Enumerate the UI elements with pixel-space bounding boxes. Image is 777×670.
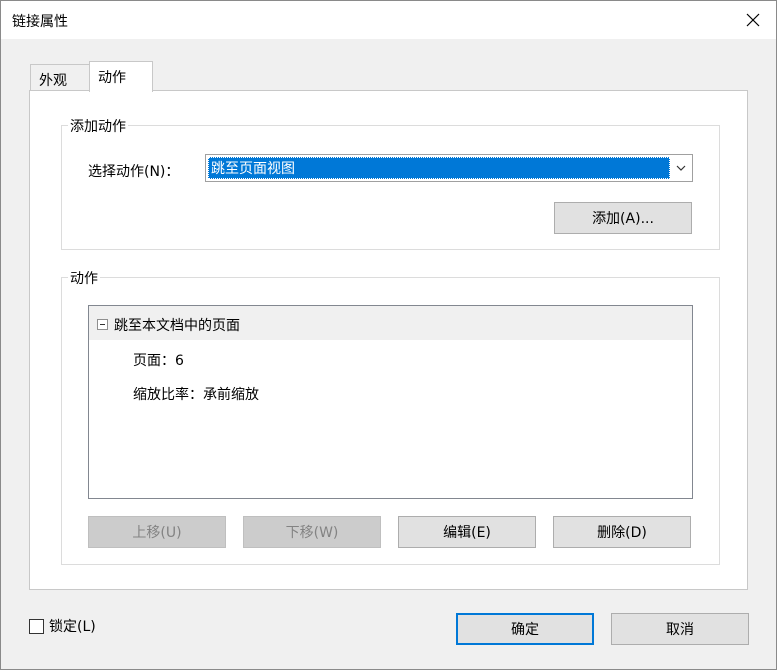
actions-tree[interactable]: 跳至本文档中的页面 页面：6 缩放比率：承前缩放 xyxy=(88,305,693,499)
tab-appearance[interactable]: 外观 xyxy=(30,64,90,92)
actions-group: 动作 跳至本文档中的页面 页面：6 缩放比率：承前缩放 上移(U) 下移(W) … xyxy=(61,268,720,565)
close-button[interactable] xyxy=(730,1,776,39)
cancel-button[interactable]: 取消 xyxy=(611,613,749,645)
action-tab-panel: 添加动作 选择动作(N)： 跳至页面视图 添加(A)... 动作 跳至本文档中的… xyxy=(29,90,748,590)
collapse-icon[interactable] xyxy=(97,319,108,330)
lock-checkbox[interactable]: 锁定(L) xyxy=(29,616,96,636)
move-up-button[interactable]: 上移(U) xyxy=(88,516,226,548)
tree-item-label: 跳至本文档中的页面 xyxy=(114,318,240,334)
dialog-title: 链接属性 xyxy=(12,14,68,30)
checkbox-icon[interactable] xyxy=(29,618,44,634)
delete-button[interactable]: 删除(D) xyxy=(553,516,691,548)
add-action-button[interactable]: 添加(A)... xyxy=(554,202,692,234)
actions-legend: 动作 xyxy=(68,268,100,288)
ok-button[interactable]: 确定 xyxy=(456,613,594,645)
selected-action-value: 跳至页面视图 xyxy=(208,157,670,179)
tree-detail-zoom: 缩放比率：承前缩放 xyxy=(133,387,259,403)
edit-button[interactable]: 编辑(E) xyxy=(398,516,536,548)
move-down-button[interactable]: 下移(W) xyxy=(243,516,381,548)
tab-action[interactable]: 动作 xyxy=(89,61,153,92)
chevron-down-icon[interactable] xyxy=(670,155,692,181)
title-bar: 链接属性 xyxy=(1,1,776,39)
close-icon xyxy=(746,13,760,27)
tree-detail-page: 页面：6 xyxy=(133,353,184,369)
add-action-legend: 添加动作 xyxy=(68,116,128,136)
link-properties-dialog: 链接属性 外观 动作 添加动作 选择动作(N)： 跳至页面视图 添加(A)... xyxy=(0,0,777,670)
tree-item-goto-page[interactable]: 跳至本文档中的页面 xyxy=(89,306,692,340)
select-action-label: 选择动作(N)： xyxy=(88,164,180,180)
select-action-dropdown[interactable]: 跳至页面视图 xyxy=(205,154,693,182)
add-action-group: 添加动作 选择动作(N)： 跳至页面视图 添加(A)... xyxy=(61,116,720,250)
lock-label: 锁定(L) xyxy=(49,619,96,635)
